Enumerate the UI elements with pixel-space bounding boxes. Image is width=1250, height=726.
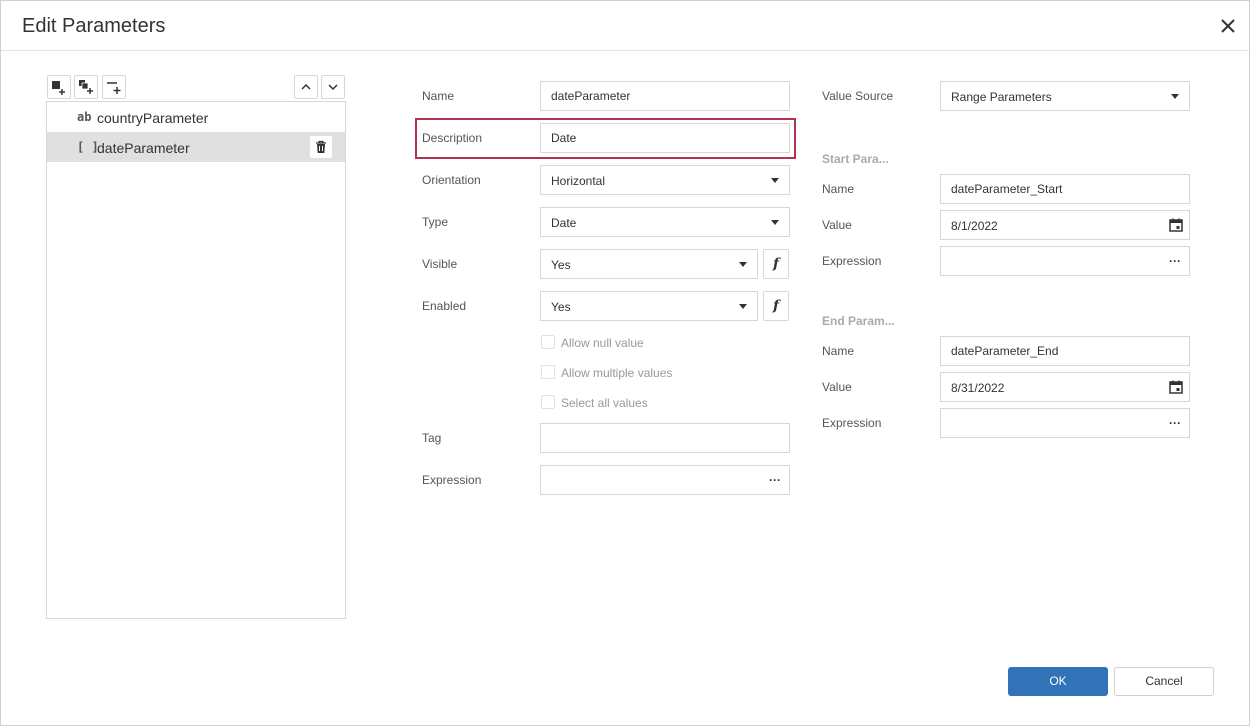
select-all-label: Select all values xyxy=(561,396,648,410)
name-label: Name xyxy=(422,89,455,103)
type-select[interactable]: Date xyxy=(540,207,790,237)
orientation-label: Orientation xyxy=(422,173,481,187)
orientation-value: Horizontal xyxy=(551,174,606,188)
chevron-up-icon xyxy=(301,83,311,90)
enabled-label: Enabled xyxy=(422,299,467,313)
allow-null-label: Allow null value xyxy=(561,336,644,350)
type-label: Type xyxy=(422,215,449,229)
delete-parameter-button[interactable] xyxy=(310,136,332,158)
range-type-icon: [ ] xyxy=(77,140,99,154)
end-value-value: 8/31/2022 xyxy=(951,381,1005,395)
chevron-down-icon xyxy=(328,84,338,91)
parameter-label: countryParameter xyxy=(97,110,209,126)
end-value-date-input[interactable]: 8/31/2022 xyxy=(940,372,1190,402)
end-expression-label: Expression xyxy=(822,416,882,430)
caret-down-icon xyxy=(771,220,779,225)
allow-null-checkbox[interactable] xyxy=(541,335,555,349)
enabled-expression-button[interactable]: f xyxy=(763,291,789,321)
move-up-button[interactable] xyxy=(294,75,318,99)
start-value-label: Value xyxy=(822,218,852,232)
expression-input[interactable]: ··· xyxy=(540,465,790,495)
start-expression-input[interactable]: ··· xyxy=(940,246,1190,276)
value-source-label: Value Source xyxy=(822,89,894,103)
dialog-title-bar: Edit Parameters xyxy=(1,1,1249,51)
ellipsis-icon[interactable]: ··· xyxy=(1169,416,1181,430)
parameter-item-country[interactable]: ab countryParameter xyxy=(47,102,345,132)
end-expression-input[interactable]: ··· xyxy=(940,408,1190,438)
tag-input[interactable] xyxy=(540,423,790,453)
calendar-icon[interactable] xyxy=(1169,380,1183,394)
end-value-label: Value xyxy=(822,380,852,394)
dialog-title: Edit Parameters xyxy=(22,15,166,37)
parameter-item-date[interactable]: [ ] dateParameter xyxy=(47,132,345,162)
caret-down-icon xyxy=(739,304,747,309)
start-name-label: Name xyxy=(822,182,855,196)
start-param-title: Start Para... xyxy=(822,152,889,166)
add-multiple-parameters-icon xyxy=(79,80,93,94)
close-icon xyxy=(1221,19,1235,33)
add-separator-button[interactable] xyxy=(102,75,126,99)
enabled-select[interactable]: Yes xyxy=(540,291,758,321)
tag-label: Tag xyxy=(422,431,442,445)
value-source-select[interactable]: Range Parameters xyxy=(940,81,1190,111)
visible-label: Visible xyxy=(422,257,458,271)
description-label: Description xyxy=(422,131,483,145)
start-name-input[interactable] xyxy=(940,174,1190,204)
cancel-button[interactable]: Cancel xyxy=(1114,667,1214,696)
visible-select[interactable]: Yes xyxy=(540,249,758,279)
string-type-icon: ab xyxy=(77,110,92,124)
caret-down-icon xyxy=(739,262,747,267)
orientation-select[interactable]: Horizontal xyxy=(540,165,790,195)
allow-multiple-checkbox[interactable] xyxy=(541,365,555,379)
trash-icon xyxy=(316,140,326,153)
add-parameter-button[interactable] xyxy=(47,75,71,99)
caret-down-icon xyxy=(771,178,779,183)
description-input[interactable] xyxy=(540,123,790,153)
end-param-title: End Param... xyxy=(822,314,895,328)
parameter-list: ab countryParameter [ ] dateParameter xyxy=(46,101,346,619)
name-input[interactable] xyxy=(540,81,790,111)
value-source-value: Range Parameters xyxy=(951,90,1052,104)
calendar-icon[interactable] xyxy=(1169,218,1183,232)
visible-value: Yes xyxy=(551,258,571,272)
visible-expression-button[interactable]: f xyxy=(763,249,789,279)
ellipsis-icon[interactable]: ··· xyxy=(1169,254,1181,268)
move-down-button[interactable] xyxy=(321,75,345,99)
expression-label: Expression xyxy=(422,473,482,487)
edit-parameters-dialog: Edit Parameters ab countryParameter [] … xyxy=(0,0,1250,726)
ellipsis-icon[interactable]: ··· xyxy=(769,473,781,487)
ok-button[interactable]: OK xyxy=(1008,667,1108,696)
type-value: Date xyxy=(551,216,577,230)
start-expression-label: Expression xyxy=(822,254,882,268)
select-all-checkbox[interactable] xyxy=(541,395,555,409)
start-value-date-input[interactable]: 8/1/2022 xyxy=(940,210,1190,240)
enabled-value: Yes xyxy=(551,300,571,314)
add-separator-icon xyxy=(107,82,121,94)
add-parameter-icon xyxy=(52,81,65,95)
caret-down-icon xyxy=(1171,94,1179,99)
start-value-value: 8/1/2022 xyxy=(951,219,998,233)
close-button[interactable] xyxy=(1217,15,1239,37)
add-multiple-parameters-button[interactable] xyxy=(74,75,98,99)
allow-multiple-label: Allow multiple values xyxy=(561,366,673,380)
parameter-label: dateParameter xyxy=(97,140,190,156)
end-name-label: Name xyxy=(822,344,855,358)
end-name-input[interactable] xyxy=(940,336,1190,366)
